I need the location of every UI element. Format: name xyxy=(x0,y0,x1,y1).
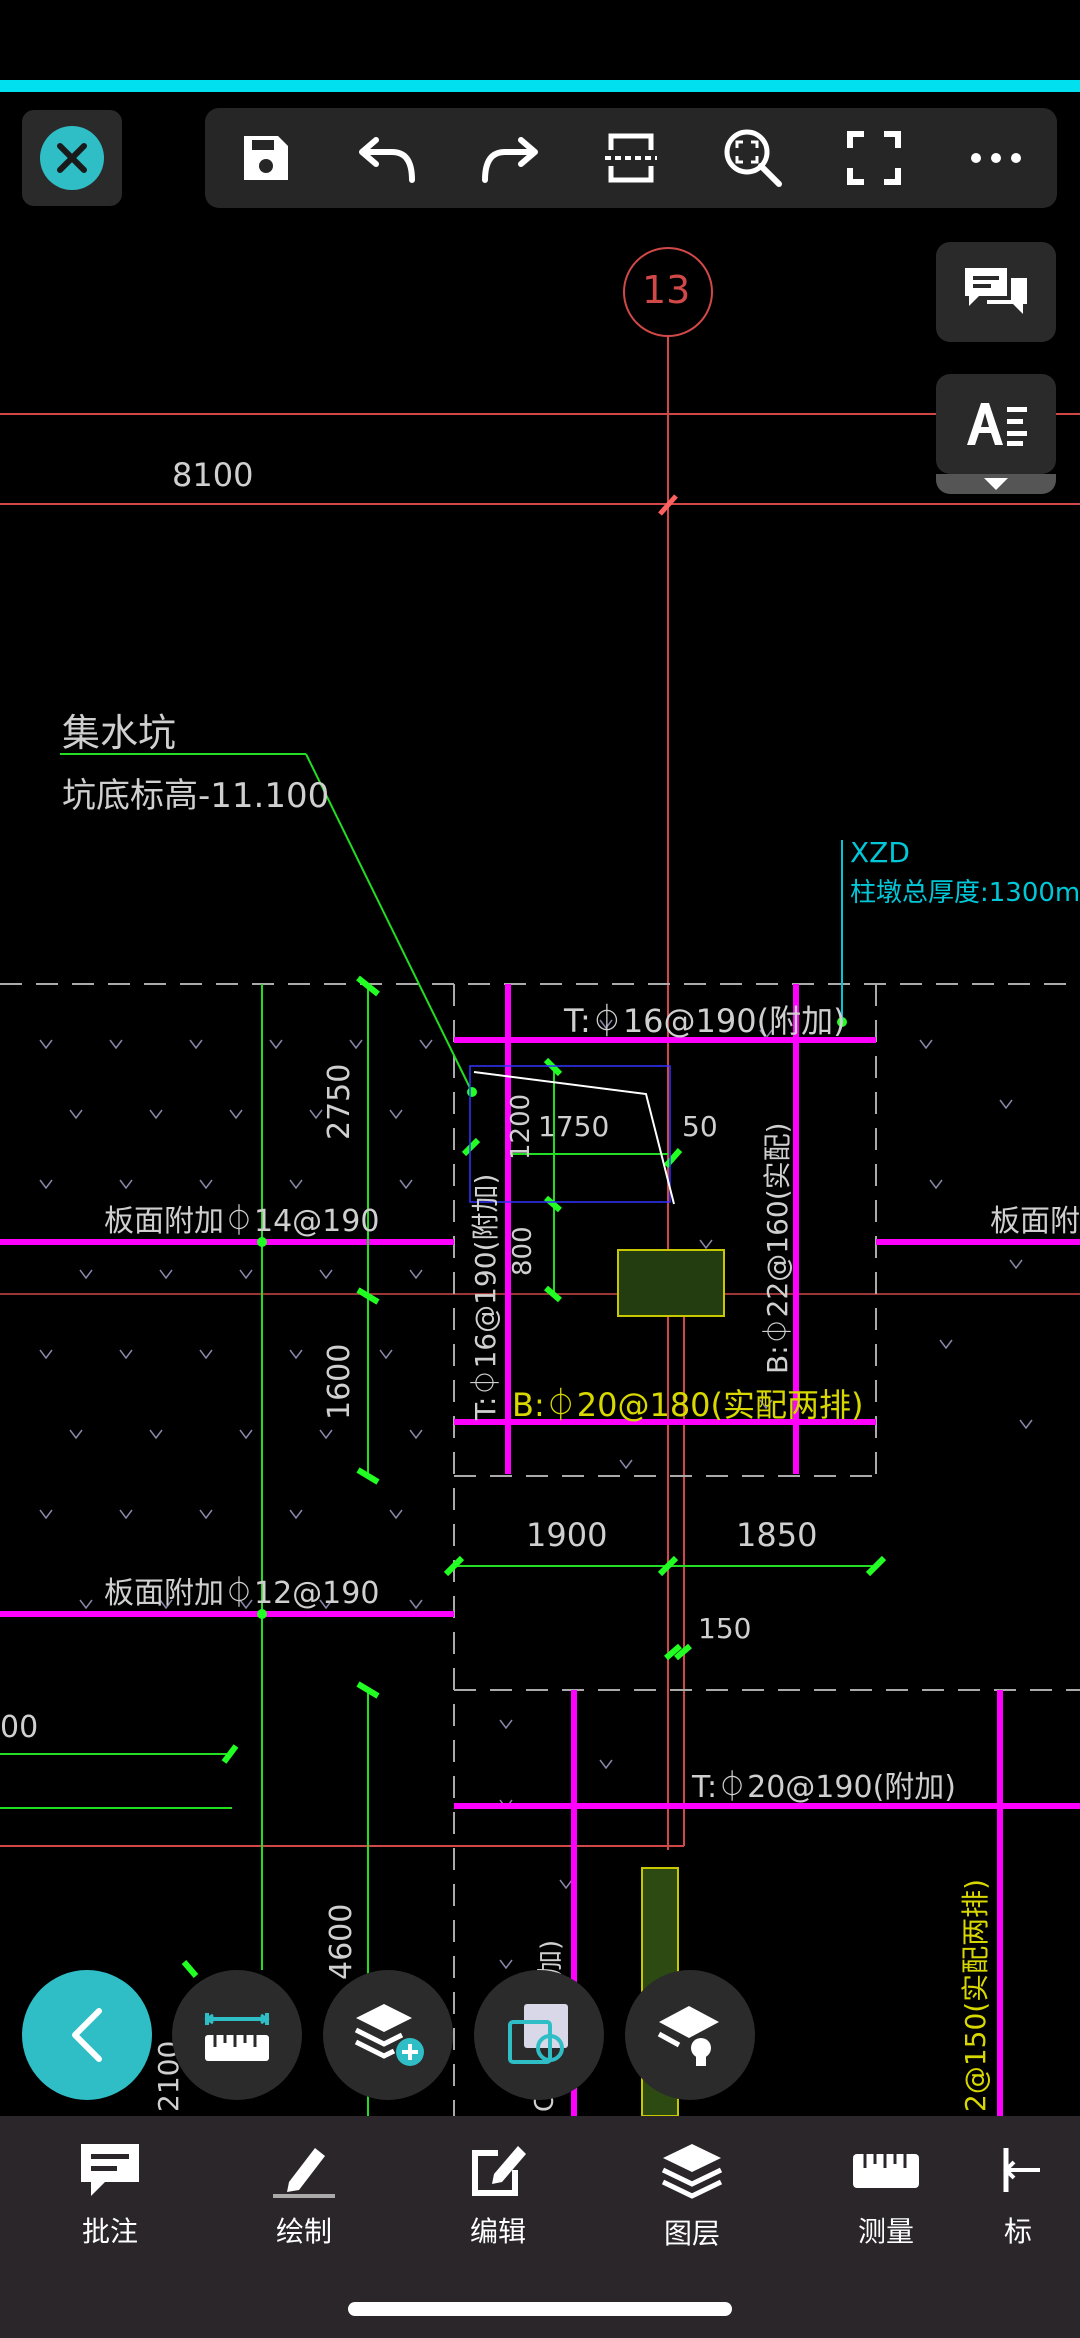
top-accent-bar xyxy=(0,80,1080,92)
tab-draw-label: 绘制 xyxy=(275,2215,332,2248)
measure-ruler-icon xyxy=(204,2013,270,2061)
tab-annotation[interactable]: 批注 xyxy=(40,2140,180,2260)
tab-dimension[interactable]: 标 xyxy=(1000,2140,1080,2260)
text-format-icon xyxy=(967,403,1027,446)
text-style-button[interactable] xyxy=(936,374,1056,474)
edit-icon xyxy=(472,2146,526,2196)
xzd-note: 柱墩总厚度:1300mm xyxy=(850,878,1080,908)
slab-add-14-label: 板面附加⏀14@190 xyxy=(104,1204,380,1239)
undo-button[interactable] xyxy=(343,113,433,203)
layers-add-icon xyxy=(354,2004,424,2066)
dim-150: 150 xyxy=(698,1612,752,1645)
sump-elevation: 坑底标高-11.100 xyxy=(62,776,330,816)
save-button[interactable] xyxy=(221,113,311,203)
split-view-button[interactable] xyxy=(586,113,676,203)
tab-measure-label: 测量 xyxy=(857,2215,914,2248)
fullscreen-button[interactable] xyxy=(829,113,919,203)
dim-1900: 1900 xyxy=(526,1516,608,1554)
top-toolbar xyxy=(205,108,1057,208)
expand-caret-button[interactable] xyxy=(936,474,1056,494)
dim-1200: 1200 xyxy=(506,1093,536,1160)
dim-1850: 1850 xyxy=(736,1516,818,1554)
layer-visibility-button[interactable] xyxy=(625,1970,755,2100)
leader-dot xyxy=(467,1087,477,1097)
dimension-lines xyxy=(0,753,876,2116)
dim-00: 00 xyxy=(0,1710,39,1745)
axis-number: 13 xyxy=(642,268,691,312)
more-icon xyxy=(971,153,1022,163)
dim-2750: 2750 xyxy=(322,1063,357,1140)
slab-add-right-label: 板面附加 xyxy=(990,1204,1080,1239)
right-vertical-rebar-label: 2@150(实配两排) xyxy=(959,1878,992,2112)
top-rebar-20-label: T:⏀20@190(附加) xyxy=(692,1770,956,1805)
save-icon xyxy=(243,136,288,180)
close-button[interactable] xyxy=(22,110,122,206)
slab-add-12-label: 板面附加⏀12@190 xyxy=(104,1576,380,1611)
tab-edit[interactable]: 编辑 xyxy=(428,2140,568,2260)
chevron-left-icon xyxy=(72,2008,102,2062)
dim-4600: 4600 xyxy=(324,1903,359,1980)
dim-1750: 1750 xyxy=(538,1110,610,1143)
slab-hatch xyxy=(39,1019,1033,1970)
column-pier-block xyxy=(617,1249,725,1317)
crop-split-icon xyxy=(604,133,657,183)
caret-down-icon xyxy=(984,478,1008,490)
chat-bubbles-icon xyxy=(965,268,1027,314)
layers-icon xyxy=(661,2144,723,2199)
dim-800: 800 xyxy=(508,1226,538,1276)
xzd-label: XZD xyxy=(850,836,910,869)
bottom-rebar-label: B:⏀20@180(实配两排) xyxy=(512,1386,864,1424)
compare-overlay-icon xyxy=(508,2004,568,2064)
dim-50: 50 xyxy=(682,1110,718,1143)
dimension-icon xyxy=(1003,2148,1040,2192)
left-rebar-label: T:⏀16@190(附加) xyxy=(469,1173,502,1420)
home-indicator xyxy=(348,2302,732,2316)
more-button[interactable] xyxy=(951,113,1041,203)
back-button[interactable] xyxy=(22,1970,152,2100)
fullscreen-icon xyxy=(847,131,902,185)
tab-dimension-label: 标 xyxy=(1004,2215,1033,2248)
tab-layers-label: 图层 xyxy=(663,2217,720,2250)
measure-length-button[interactable] xyxy=(172,1970,302,2100)
add-layer-button[interactable] xyxy=(323,1970,453,2100)
dim-8100: 8100 xyxy=(172,456,254,494)
tab-annotation-label: 批注 xyxy=(81,2215,138,2248)
annotation-icon xyxy=(81,2144,139,2196)
comments-button[interactable] xyxy=(936,242,1056,342)
layer-bulb-icon xyxy=(657,2006,719,2066)
zoom-fit-button[interactable] xyxy=(708,113,798,203)
tab-measure[interactable]: 测量 xyxy=(816,2140,956,2260)
undo-icon xyxy=(358,137,415,183)
redo-icon xyxy=(482,137,539,183)
tab-edit-label: 编辑 xyxy=(469,2215,526,2248)
tab-layers[interactable]: 图层 xyxy=(622,2140,762,2260)
draw-pencil-icon xyxy=(273,2148,335,2198)
dim-1600: 1600 xyxy=(322,1343,357,1420)
right-rebar-label: B:⏀22@160(实配) xyxy=(761,1122,794,1374)
zoom-fit-icon xyxy=(724,129,782,187)
ruler-icon xyxy=(853,2154,919,2188)
compare-drawing-button[interactable] xyxy=(474,1970,604,2100)
sump-title: 集水坑 xyxy=(62,711,177,755)
top-rebar-label: T:⏀16@190(附加) xyxy=(564,1002,846,1040)
tab-draw[interactable]: 绘制 xyxy=(234,2140,374,2260)
close-icon xyxy=(40,126,104,190)
redo-button[interactable] xyxy=(464,113,554,203)
